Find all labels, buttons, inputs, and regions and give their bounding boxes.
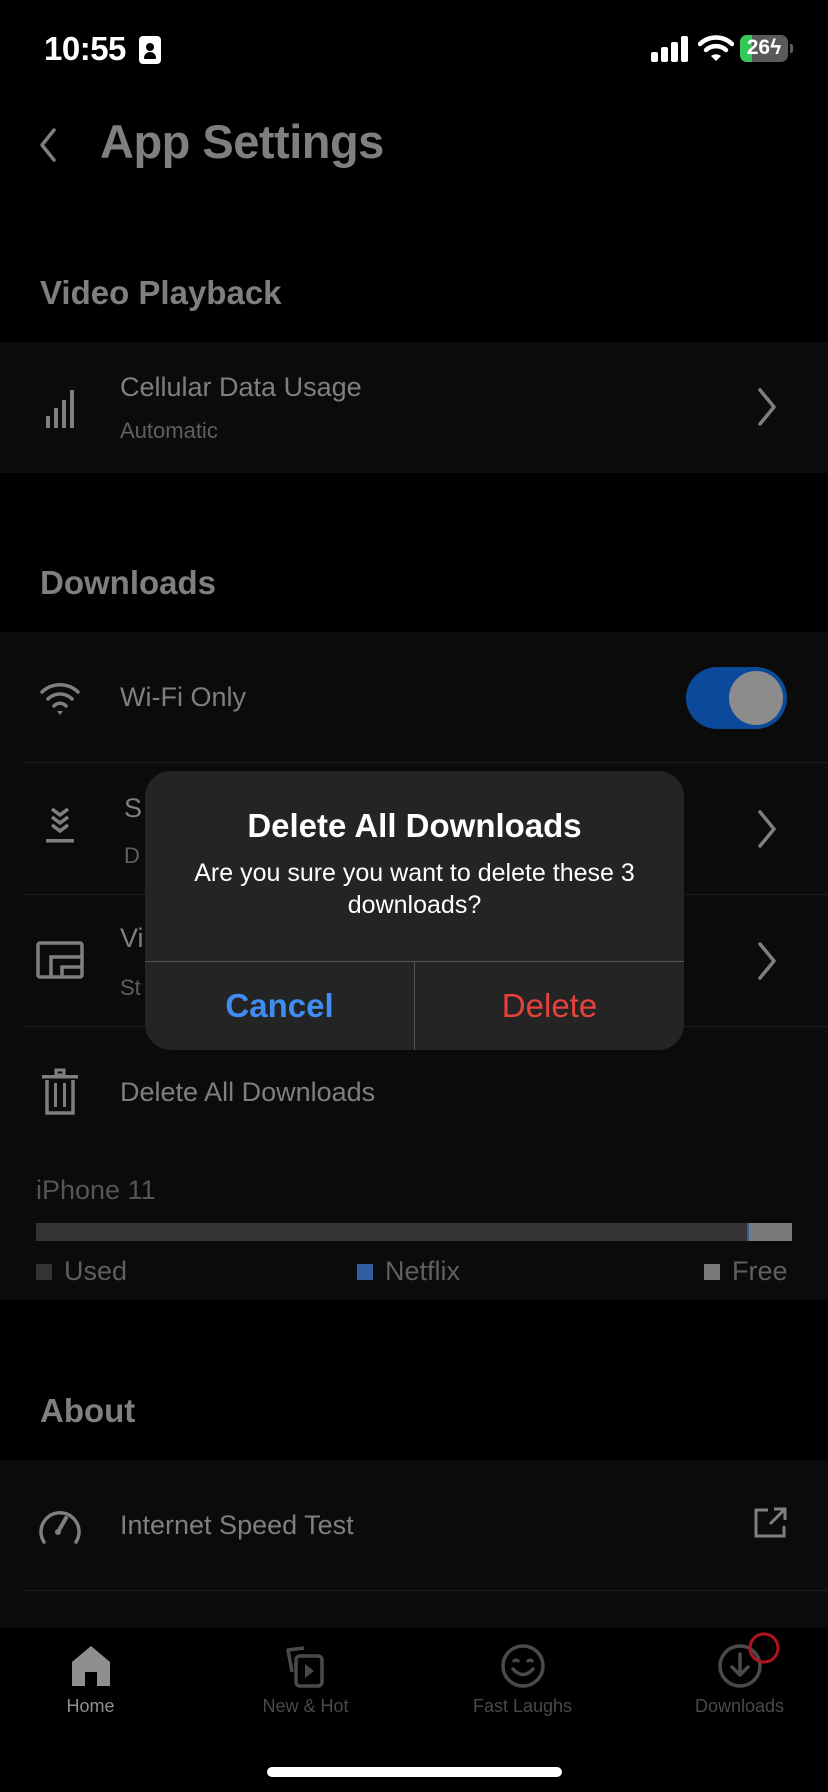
alert-title: Delete All Downloads [247, 807, 582, 844]
smiley-icon [500, 1644, 545, 1688]
chevron-right-icon [758, 388, 776, 426]
legend-label: Free [732, 1256, 788, 1286]
delete-button[interactable]: Delete [415, 962, 684, 1050]
status-time: 10:55 [44, 30, 126, 67]
video-playback-group: Cellular Data Usage Automatic [0, 342, 828, 473]
storage-device-name: iPhone 11 [36, 1175, 156, 1205]
new-hot-icon [285, 1646, 324, 1688]
tab-new-hot[interactable]: New & Hot [202, 1628, 409, 1728]
wifi-only-toggle[interactable] [686, 667, 787, 729]
internet-speed-test-row[interactable]: Internet Speed Test [0, 1460, 828, 1591]
row-sublabel: Automatic [120, 418, 218, 443]
legend-free: Free [704, 1256, 788, 1287]
home-icon [71, 1646, 110, 1686]
about-group: Internet Speed Test [0, 1460, 828, 1628]
notification-badge-icon [748, 1632, 780, 1664]
legend-swatch-free [704, 1263, 720, 1280]
tab-fast-laughs[interactable]: Fast Laughs [419, 1628, 626, 1728]
tab-label: New & Hot [262, 1696, 349, 1716]
battery-icon: 26ϟ [740, 35, 788, 62]
legend-netflix: Netflix [357, 1256, 460, 1287]
tab-label: Fast Laughs [472, 1696, 573, 1716]
storage-used-segment [36, 1223, 747, 1241]
signal-bars-icon [46, 390, 74, 428]
chevron-left-icon[interactable] [30, 120, 70, 170]
storage-free-segment [748, 1223, 792, 1241]
row-sublabel: St [120, 975, 141, 1000]
page-title: App Settings [100, 115, 384, 168]
row-label: S [124, 793, 143, 823]
legend-swatch-netflix [357, 1263, 373, 1280]
external-link-icon [754, 1507, 787, 1538]
row-label: Wi-Fi Only [120, 682, 246, 712]
tab-home[interactable]: Home [0, 1628, 194, 1728]
battery-cap [790, 44, 793, 53]
tab-label: Home [66, 1696, 115, 1716]
wifi-only-row: Wi-Fi Only [0, 632, 828, 763]
chevron-right-icon [758, 942, 776, 980]
speedometer-icon [39, 1511, 81, 1544]
tab-downloads[interactable]: Downloads [636, 1628, 828, 1728]
legend-label: Netflix [385, 1256, 461, 1286]
section-title-about: About [40, 1392, 136, 1429]
video-quality-icon [36, 941, 84, 979]
cellular-data-usage-row[interactable]: Cellular Data Usage Automatic [0, 342, 828, 473]
nav-header: App Settings [0, 100, 828, 190]
status-bar: 10:55 26ϟ [0, 0, 828, 100]
wifi-status-icon [698, 35, 734, 61]
row-label: Vi [120, 923, 144, 953]
legend-used: Used [36, 1256, 127, 1287]
trash-icon [42, 1068, 78, 1115]
home-indicator [267, 1767, 562, 1777]
section-title-downloads: Downloads [40, 564, 217, 601]
alert-message: Are you sure you want to delete these 3 … [194, 859, 635, 919]
row-label: Cellular Data Usage [120, 372, 362, 402]
storage-bar [36, 1223, 792, 1241]
row-label: Internet Speed Test [120, 1510, 354, 1540]
row-label: Delete All Downloads [120, 1077, 376, 1107]
smart-downloads-icon [46, 807, 74, 843]
battery-level: 26ϟ [746, 36, 782, 59]
chevron-right-icon [758, 810, 776, 848]
toggle-knob [729, 671, 783, 725]
divider [24, 1590, 828, 1591]
wifi-icon [40, 683, 80, 715]
section-title-video-playback: Video Playback [40, 274, 282, 311]
row-sublabel: D [124, 843, 140, 868]
cancel-button[interactable]: Cancel [145, 962, 414, 1050]
cellular-signal-icon [651, 36, 691, 62]
legend-swatch-used [36, 1263, 52, 1280]
delete-downloads-alert: Delete All Downloads Are you sure you wa… [145, 771, 684, 1050]
contact-card-icon [139, 36, 161, 64]
tab-label: Downloads [694, 1696, 785, 1716]
charging-bolt-icon: ϟ [770, 36, 782, 59]
legend-label: Used [64, 1256, 128, 1286]
